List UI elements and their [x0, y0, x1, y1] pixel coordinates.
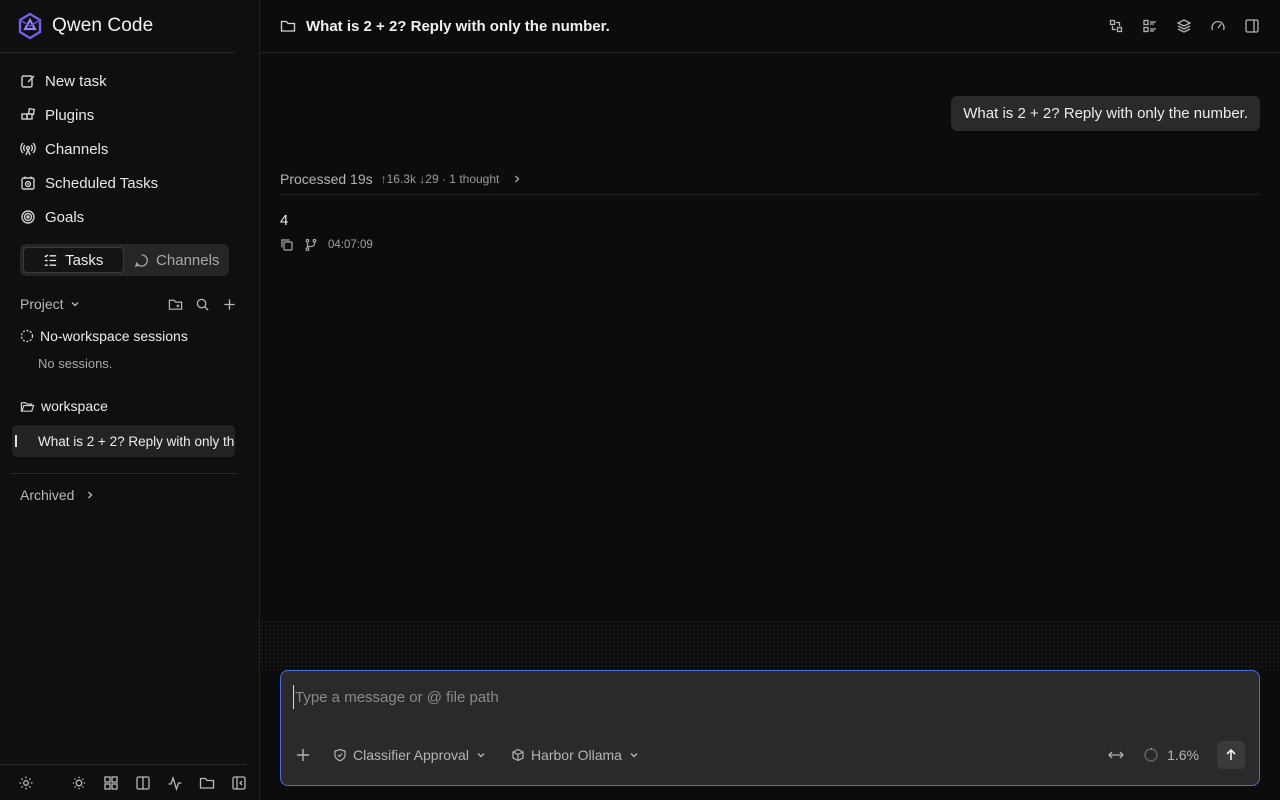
- send-button[interactable]: [1217, 741, 1245, 769]
- plugins-icon: [20, 107, 36, 123]
- workspace-group[interactable]: workspace: [0, 391, 259, 421]
- chevron-down-icon: [628, 749, 640, 761]
- qwen-logo-icon: [16, 12, 44, 40]
- plus-icon[interactable]: [222, 297, 237, 312]
- project-dropdown[interactable]: Project: [20, 296, 81, 312]
- chat-bubble-icon: [134, 253, 149, 268]
- no-workspace-group[interactable]: No-workspace sessions: [0, 321, 259, 351]
- user-message-text: What is 2 + 2? Reply with only the numbe…: [963, 105, 1248, 122]
- new-task-button[interactable]: New task: [0, 64, 259, 98]
- processing-summary[interactable]: Processed 19s ↑16.3k ↓29 · 1 thought: [280, 164, 1260, 195]
- user-message-bubble: What is 2 + 2? Reply with only the numbe…: [951, 96, 1260, 131]
- session-title: What is 2 + 2? Reply with only the numbe…: [38, 433, 235, 449]
- main-nav: New task Plugins Channels Scheduled Task…: [0, 53, 259, 234]
- goals-nav-item[interactable]: Goals: [0, 200, 259, 234]
- settings-gear-icon[interactable]: [18, 775, 34, 791]
- chat-header: What is 2 + 2? Reply with only the numbe…: [260, 0, 1280, 53]
- right-panel-icon[interactable]: [1244, 18, 1260, 34]
- sidebar-view-toggle: Tasks Channels: [20, 244, 229, 276]
- plugins-nav-item[interactable]: Plugins: [0, 98, 259, 132]
- nav-label: Scheduled Tasks: [45, 174, 159, 192]
- model-dropdown[interactable]: Harbor Ollama: [511, 747, 640, 763]
- edit-icon: [20, 73, 36, 89]
- progress-ring-icon: [1143, 747, 1159, 763]
- token-stats: ↑16.3k ↓29 · 1 thought: [380, 172, 500, 186]
- session-item[interactable]: What is 2 + 2? Reply with only the numbe…: [12, 425, 235, 457]
- dashed-circle-icon: [20, 329, 34, 343]
- chevron-right-icon: [84, 489, 96, 501]
- tab-tasks[interactable]: Tasks: [23, 247, 124, 273]
- context-usage-value: 1.6%: [1167, 747, 1199, 763]
- calendar-clock-icon: [20, 175, 36, 191]
- tab-channels[interactable]: Channels: [128, 247, 227, 273]
- message-actions: 04:07:09: [280, 238, 373, 252]
- assistant-answer: 4: [280, 212, 289, 229]
- search-icon[interactable]: [195, 297, 210, 312]
- scheduled-tasks-nav-item[interactable]: Scheduled Tasks: [0, 166, 259, 200]
- shield-icon: [333, 748, 347, 762]
- project-label: Project: [20, 296, 64, 312]
- copy-icon[interactable]: [280, 238, 294, 252]
- folder-icon: [280, 18, 296, 34]
- app-title: Qwen Code: [52, 15, 154, 36]
- tab-label: Tasks: [65, 251, 104, 269]
- expand-width-icon[interactable]: [1107, 748, 1125, 762]
- nav-label: Plugins: [45, 106, 95, 124]
- divider: [12, 473, 236, 474]
- chevron-right-icon: [507, 173, 523, 185]
- nav-label: Channels: [45, 140, 109, 158]
- channels-nav-item[interactable]: Channels: [0, 132, 259, 166]
- nav-label: New task: [45, 72, 107, 90]
- split-view-icon[interactable]: [135, 775, 151, 791]
- sidebar: Qwen Code New task Plugins Channels Sche…: [0, 0, 260, 800]
- folder-open-icon: [20, 399, 35, 414]
- list-check-icon: [43, 253, 58, 268]
- gauge-icon[interactable]: [1210, 18, 1226, 34]
- attach-plus-icon[interactable]: [295, 747, 311, 763]
- approval-mode-dropdown[interactable]: Classifier Approval: [333, 747, 487, 763]
- broadcast-icon: [20, 141, 36, 157]
- archived-toggle[interactable]: Archived: [0, 482, 259, 508]
- theme-sun-icon[interactable]: [71, 775, 87, 791]
- nav-label: Goals: [45, 208, 85, 226]
- group-title: workspace: [41, 398, 108, 414]
- task-list-icon[interactable]: [1142, 18, 1158, 34]
- chat-panel: What is 2 + 2? Reply with only the numbe…: [260, 0, 1280, 800]
- message-input[interactable]: [293, 685, 1193, 709]
- context-usage: 1.6%: [1143, 747, 1199, 763]
- empty-sessions-text: No sessions.: [38, 356, 113, 371]
- brand-header: Qwen Code: [0, 0, 235, 53]
- scroll-fade: [260, 620, 1280, 670]
- group-title: No-workspace sessions: [40, 328, 188, 344]
- app-window: Qwen Code New task Plugins Channels Sche…: [0, 0, 1280, 800]
- project-header: Project: [0, 289, 259, 319]
- tab-label: Channels: [156, 251, 220, 269]
- diff-icon[interactable]: [1108, 18, 1124, 34]
- branch-icon[interactable]: [304, 238, 318, 252]
- chat-title: What is 2 + 2? Reply with only the numbe…: [306, 17, 610, 35]
- grid-icon[interactable]: [103, 775, 119, 791]
- activity-icon[interactable]: [167, 775, 183, 791]
- folder-icon[interactable]: [199, 775, 215, 791]
- layers-icon[interactable]: [1176, 18, 1192, 34]
- processed-label: Processed 19s: [280, 171, 373, 187]
- sidebar-footer: [0, 764, 247, 800]
- message-composer: Classifier Approval Harbor Ollama 1.6%: [280, 670, 1260, 786]
- model-label: Harbor Ollama: [530, 747, 622, 763]
- message-timestamp: 04:07:09: [328, 239, 373, 251]
- new-folder-icon[interactable]: [168, 297, 183, 312]
- chevron-down-icon: [69, 298, 81, 310]
- archived-label: Archived: [20, 487, 75, 503]
- approval-mode-label: Classifier Approval: [353, 747, 469, 763]
- cube-icon: [511, 748, 525, 762]
- collapse-sidebar-icon[interactable]: [231, 775, 247, 791]
- target-icon: [20, 209, 36, 225]
- chevron-down-icon: [475, 749, 487, 761]
- arrow-up-icon: [1224, 748, 1238, 762]
